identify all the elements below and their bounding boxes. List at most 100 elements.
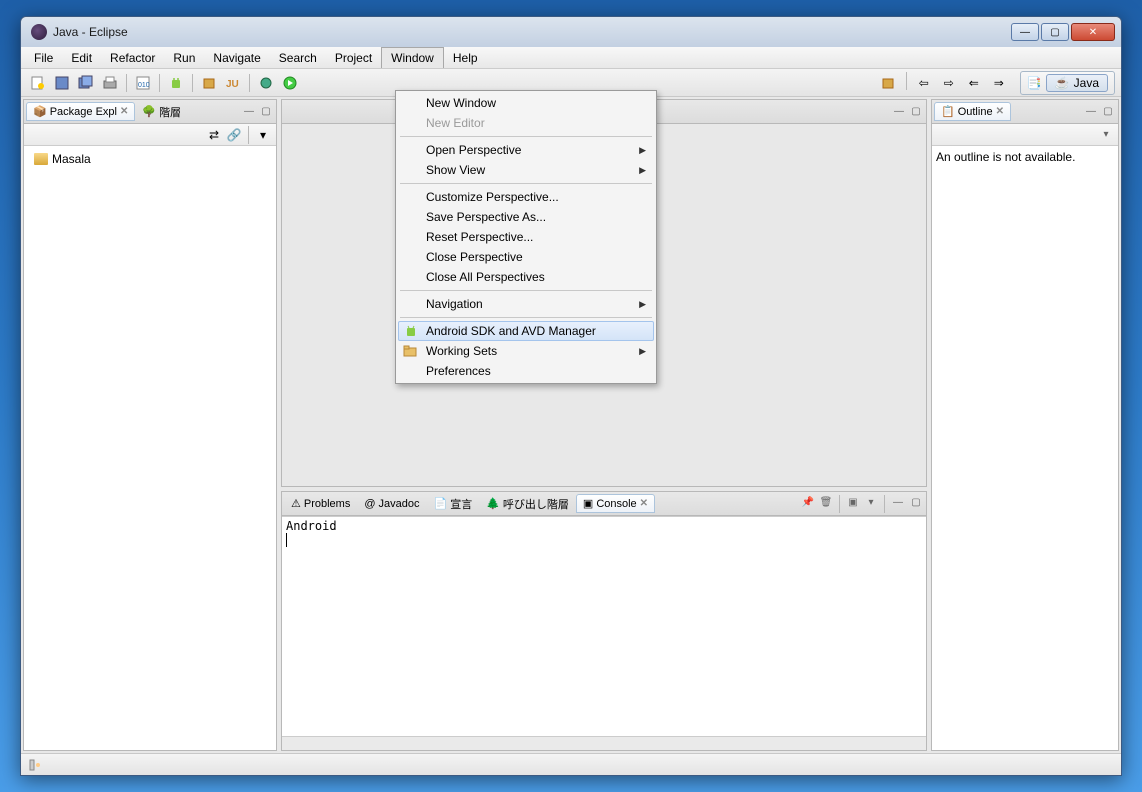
console-cursor: [286, 533, 287, 547]
window-title: Java - Eclipse: [53, 25, 1011, 39]
minimize-view-button[interactable]: —: [241, 104, 257, 120]
menu-navigate[interactable]: Navigate: [204, 47, 269, 68]
menu-search[interactable]: Search: [270, 47, 326, 68]
display-console-button[interactable]: ▣: [845, 495, 861, 511]
view-menu-button[interactable]: ▾: [254, 126, 272, 144]
close-icon[interactable]: ✕: [640, 498, 648, 509]
package-explorer-view: 📦 Package Expl ✕ 🌳 階層 — ▢ ⇄: [23, 99, 277, 751]
tab-hierarchy[interactable]: 🌳 階層: [135, 101, 188, 123]
package-explorer-body[interactable]: Masala: [24, 146, 276, 750]
right-panel: 📋 Outline ✕ — ▢ ▾ An outline is not avai…: [929, 97, 1121, 753]
menu-android-sdk-avd-manager[interactable]: Android SDK and AVD Manager: [398, 321, 654, 341]
tab-console[interactable]: ▣ Console ✕: [576, 494, 655, 513]
maximize-view-button[interactable]: ▢: [1100, 104, 1116, 120]
tab-package-explorer[interactable]: 📦 Package Expl ✕: [26, 102, 135, 121]
declaration-icon: 📄: [434, 497, 448, 510]
javadoc-icon: @: [364, 498, 375, 510]
outline-tabbar: 📋 Outline ✕ — ▢: [932, 100, 1118, 124]
close-icon[interactable]: ✕: [120, 106, 128, 117]
android-button[interactable]: [165, 72, 187, 94]
debug-button[interactable]: [255, 72, 277, 94]
submenu-arrow-icon: ▶: [639, 299, 646, 310]
menu-run[interactable]: Run: [164, 47, 204, 68]
menu-refactor[interactable]: Refactor: [101, 47, 164, 68]
menu-save-perspective-as[interactable]: Save Perspective As...: [398, 207, 654, 227]
perspective-switcher[interactable]: 📑 ☕ Java: [1020, 71, 1115, 95]
menu-preferences[interactable]: Preferences: [398, 361, 654, 381]
new-package-button[interactable]: [878, 72, 900, 94]
maximize-editor-button[interactable]: ▢: [908, 104, 924, 120]
eclipse-icon: [31, 24, 47, 40]
new-button[interactable]: [27, 72, 49, 94]
tab-javadoc[interactable]: @ Javadoc: [357, 495, 426, 513]
print-button[interactable]: [99, 72, 121, 94]
view-menu-button[interactable]: ▾: [1098, 127, 1114, 143]
outline-view: 📋 Outline ✕ — ▢ ▾ An outline is not avai…: [931, 99, 1119, 751]
project-item[interactable]: Masala: [28, 150, 272, 168]
nav-right-button[interactable]: ⇒: [988, 72, 1010, 94]
close-button[interactable]: ✕: [1071, 23, 1115, 41]
menu-edit[interactable]: Edit: [62, 47, 101, 68]
save-all-button[interactable]: [75, 72, 97, 94]
save-button[interactable]: [51, 72, 73, 94]
menu-navigation[interactable]: Navigation▶: [398, 294, 654, 314]
minimize-button[interactable]: —: [1011, 23, 1039, 41]
tab-outline[interactable]: 📋 Outline ✕: [934, 102, 1011, 121]
outline-icon: 📋: [941, 105, 955, 118]
problems-icon: ⚠: [291, 497, 301, 510]
window-menu-dropdown: New Window New Editor Open Perspective▶ …: [395, 90, 657, 384]
tab-problems[interactable]: ⚠ Problems: [284, 494, 357, 513]
tab-label: 階層: [159, 104, 181, 120]
maximize-button[interactable]: ▢: [1041, 23, 1069, 41]
close-icon[interactable]: ✕: [996, 106, 1004, 117]
tab-label: Package Expl: [50, 106, 117, 118]
android-icon: [403, 323, 419, 339]
binary-icon[interactable]: 010: [132, 72, 154, 94]
junit-icon[interactable]: JU: [222, 72, 244, 94]
maximize-view-button[interactable]: ▢: [258, 104, 274, 120]
menu-close-perspective[interactable]: Close Perspective: [398, 247, 654, 267]
menu-new-window[interactable]: New Window: [398, 93, 654, 113]
menu-close-all-perspectives[interactable]: Close All Perspectives: [398, 267, 654, 287]
svg-text:010: 010: [138, 82, 150, 89]
menu-reset-perspective[interactable]: Reset Perspective...: [398, 227, 654, 247]
collapse-all-button[interactable]: ⇄: [205, 126, 223, 144]
menu-customize-perspective[interactable]: Customize Perspective...: [398, 187, 654, 207]
minimize-view-button[interactable]: —: [1083, 104, 1099, 120]
menu-help[interactable]: Help: [444, 47, 487, 68]
menu-window[interactable]: Window: [381, 47, 444, 68]
tab-label: Console: [596, 498, 636, 510]
console-icon: ▣: [583, 497, 593, 510]
menu-file[interactable]: File: [25, 47, 62, 68]
menu-show-view[interactable]: Show View▶: [398, 160, 654, 180]
tab-declaration[interactable]: 📄 宣言: [427, 493, 480, 515]
forward-button[interactable]: ⇨: [938, 72, 960, 94]
open-perspective-icon: 📑: [1027, 76, 1042, 90]
maximize-view-button[interactable]: ▢: [908, 495, 924, 511]
link-editor-button[interactable]: 🔗: [225, 126, 243, 144]
package-icon[interactable]: [198, 72, 220, 94]
perspective-java[interactable]: ☕ Java: [1046, 74, 1108, 92]
menu-working-sets[interactable]: Working Sets▶: [398, 341, 654, 361]
run-button[interactable]: [279, 72, 301, 94]
tab-label: Problems: [304, 498, 350, 510]
back-button[interactable]: ⇦: [913, 72, 935, 94]
nav-left-button[interactable]: ⇐: [963, 72, 985, 94]
folder-icon: [402, 343, 418, 359]
menu-project[interactable]: Project: [326, 47, 381, 68]
clear-console-button[interactable]: 🗑: [818, 495, 834, 511]
minimize-editor-button[interactable]: —: [891, 104, 907, 120]
app-window: Java - Eclipse — ▢ ✕ File Edit Refactor …: [20, 16, 1122, 776]
open-console-button[interactable]: ▾: [863, 495, 879, 511]
console-body[interactable]: Android: [282, 516, 926, 736]
svg-text:JU: JU: [226, 79, 239, 90]
pin-console-button[interactable]: 📌: [800, 495, 816, 511]
minimize-view-button[interactable]: —: [890, 495, 906, 511]
package-icon: 📦: [33, 105, 47, 118]
horizontal-scrollbar[interactable]: [282, 736, 926, 750]
menu-open-perspective[interactable]: Open Perspective▶: [398, 140, 654, 160]
titlebar[interactable]: Java - Eclipse — ▢ ✕: [21, 17, 1121, 47]
java-icon: ☕: [1055, 76, 1070, 90]
status-icon[interactable]: [27, 757, 43, 773]
tab-call-hierarchy[interactable]: 🌲 呼び出し階層: [479, 493, 576, 515]
